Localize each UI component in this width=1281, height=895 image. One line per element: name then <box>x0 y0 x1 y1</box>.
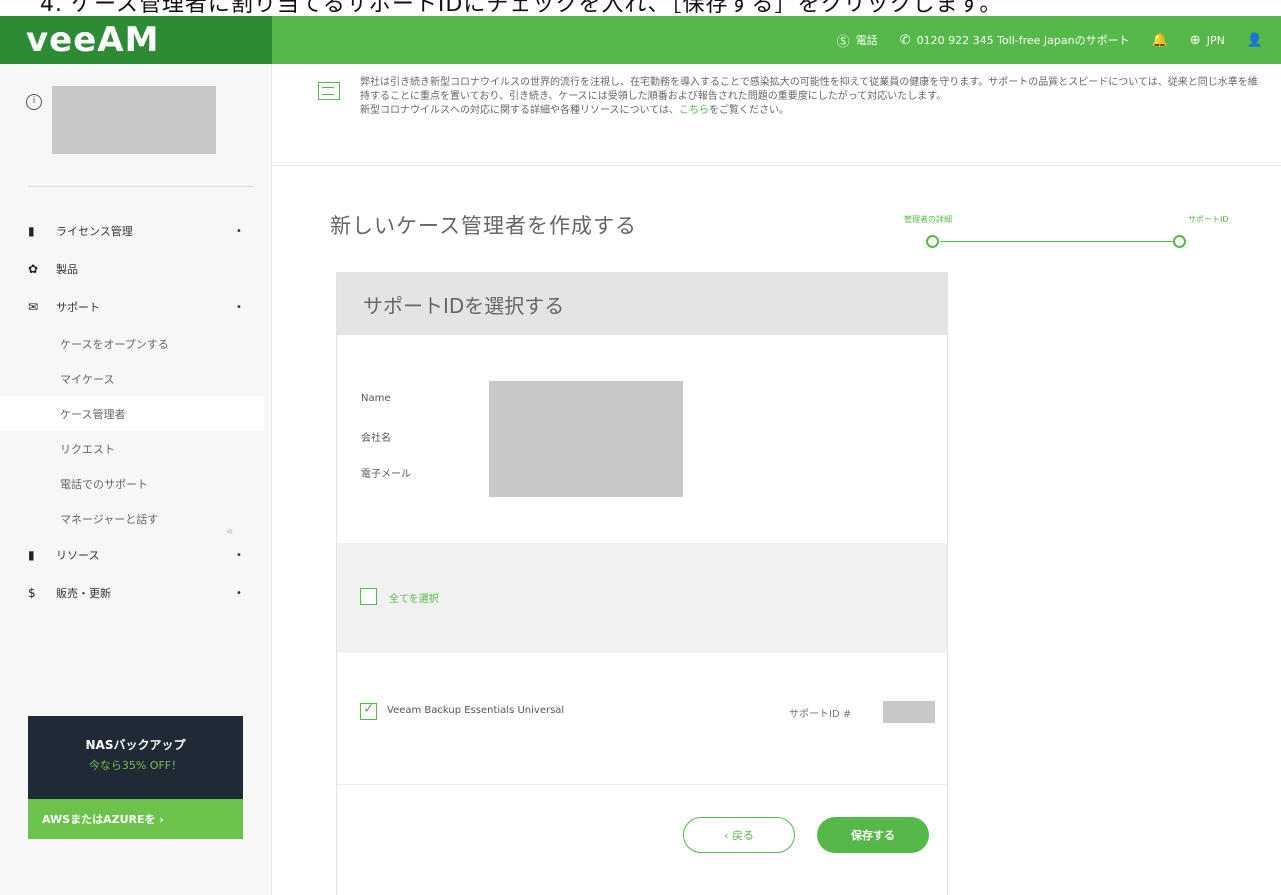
topbar-item-user[interactable]: 👤 <box>1247 33 1263 48</box>
support-id-panel: サポートIDを選択する Name 会社名 電子メール 全てを選択 Veeam B… <box>336 272 948 895</box>
field-label-company: 会社名 <box>361 433 391 444</box>
support-icon: ✉ <box>28 300 39 314</box>
license-name: Veeam Backup Essentials Universal <box>387 705 565 716</box>
promo-content: NASバックアップ 今なら35% OFF！ <box>28 716 243 799</box>
top-bar: Ⓢ 電話 ✆ 0120 922 345 Toll-free Japanのサポート 🔔 ⊕ J… <box>272 16 1281 64</box>
page-title: 新しいケース管理者を作成する <box>330 214 637 238</box>
step-label-support-id: サポートID <box>1188 215 1229 224</box>
select-all-label[interactable]: 全てを選択 <box>389 590 439 605</box>
topbar-label: 電話 <box>855 34 878 47</box>
save-button[interactable]: 保存する <box>817 817 929 853</box>
expand-dot-icon: • <box>236 587 242 599</box>
topbar-label: 0120 922 345 Toll-free Japanのサポート <box>916 34 1130 47</box>
topbar-item-chat[interactable]: Ⓢ 電話 <box>837 31 878 50</box>
topbar-item-bell[interactable]: 🔔 <box>1152 33 1168 48</box>
promo-button[interactable]: AWSまたはAZUREを › <box>28 799 243 839</box>
notice-line2-pre: 新型コロナウイルスへの対応に関する詳細や各種リソースについては、 <box>360 105 679 116</box>
sidebar-subitem[interactable]: 電話でのサポート <box>0 466 272 501</box>
expand-dot-icon: • <box>236 549 242 561</box>
sidebar-item-label: サポート <box>56 301 100 314</box>
expand-dot-icon: • <box>236 225 242 237</box>
sidebar-item-products[interactable]: ✿ 製品 <box>0 250 272 288</box>
field-label-name: Name <box>361 393 391 404</box>
sidebar-item-licenses[interactable]: ▮ ライセンス管理 • <box>0 212 272 250</box>
notice-icon <box>318 82 340 100</box>
select-all-row: 全てを選択 <box>337 543 947 653</box>
user-circle-icon: i <box>26 94 42 110</box>
sidebar-divider <box>28 186 254 187</box>
globe-icon: ⊕ <box>1189 32 1201 48</box>
chat-icon: Ⓢ <box>836 34 850 50</box>
back-button[interactable]: ‹ 戻る <box>683 817 795 853</box>
step-dot-support-id <box>1173 235 1186 248</box>
sidebar-item-label: リソース <box>56 549 100 562</box>
promo-title: NASバックアップ <box>85 738 186 752</box>
collapse-sidebar-icon[interactable]: « <box>226 524 233 538</box>
topbar-item-globe[interactable]: ⊕ JPN <box>1190 33 1225 48</box>
license-checkbox[interactable] <box>360 701 377 720</box>
step-dot-details <box>926 235 939 248</box>
topbar-item-phone[interactable]: ✆ 0120 922 345 Toll-free Japanのサポート <box>900 32 1130 48</box>
products-icon: ✿ <box>28 262 39 276</box>
panel-heading: サポートIDを選択する <box>337 273 947 335</box>
top-bar-items: Ⓢ 電話 ✆ 0120 922 345 Toll-free Japanのサポート 🔔 ⊕ J… <box>837 16 1263 64</box>
topbar-label: JPN <box>1206 33 1225 47</box>
redacted-user-info <box>52 86 216 154</box>
sidebar-item-support[interactable]: ✉ サポート • <box>0 288 272 326</box>
step-connector <box>940 241 1176 242</box>
manager-fields: Name 会社名 電子メール <box>337 335 947 543</box>
user-icon: 👤 <box>1246 32 1263 48</box>
phone-icon: ✆ <box>899 32 911 48</box>
field-label-email: 電子メール <box>361 469 411 480</box>
dollar-icon: $ <box>28 586 36 600</box>
support-id-label: サポートID # <box>789 709 852 720</box>
document-icon: ▮ <box>28 224 35 238</box>
caption-text: 4. ケース管理者に割り当てるサポートIDにチェックを入れ、［保存する］をクリッ… <box>40 0 1003 16</box>
notice-body: 弊社は引き続き新型コロナウイルスの世界的流行を注視し、在宅勤務を導入することで感… <box>360 77 1258 102</box>
sidebar-item-label: 販売・更新 <box>56 587 111 600</box>
sidebar-subitem[interactable]: マイケース <box>0 361 272 396</box>
sidebar-item-label: 製品 <box>56 263 78 276</box>
license-row: Veeam Backup Essentials Universal サポートID… <box>337 653 947 785</box>
notice-banner: 弊社は引き続き新型コロナウイルスの世界的流行を注視し、在宅勤務を導入することで感… <box>272 64 1281 166</box>
sidebar-item-resources[interactable]: ▮ リソース • <box>0 536 272 574</box>
notice-text: 弊社は引き続き新型コロナウイルスの世界的流行を注視し、在宅勤務を導入することで感… <box>360 76 1265 118</box>
expand-dot-icon: • <box>236 301 242 313</box>
promo-discount: 今なら35% OFF！ <box>88 759 183 772</box>
stepper: 管理者の詳細 サポートID <box>880 214 1240 254</box>
promo-banner[interactable]: NASバックアップ 今なら35% OFF！ AWSまたはAZUREを › <box>28 716 243 839</box>
sidebar-nav: ▮ ライセンス管理 • ✿ 製品 ✉ サポート • ケースをオープンする マイケース ケース管理者リ… <box>0 212 272 612</box>
bell-icon: 🔔 <box>1151 32 1168 48</box>
redacted-field-values <box>489 381 683 497</box>
sidebar-subitem[interactable]: リクエスト <box>0 431 272 466</box>
redacted-support-id <box>883 701 935 723</box>
sidebar: i ▮ ライセンス管理 • ✿ 製品 ✉ サポート • ケースをオープンする マイケース ケース管理… <box>0 64 272 895</box>
user-area: i <box>0 64 272 184</box>
sidebar-item-sales[interactable]: $ 販売・更新 • <box>0 574 272 612</box>
notice-line2-post: をご覧ください。 <box>709 105 789 116</box>
sidebar-subitem[interactable]: ケース管理者 <box>0 396 264 431</box>
select-all-checkbox[interactable] <box>360 588 377 605</box>
instruction-caption: 4. ケース管理者に割り当てるサポートIDにチェックを入れ、［保存する］をクリッ… <box>0 0 1281 16</box>
logo-bar: veeAM <box>0 16 272 64</box>
sidebar-item-label: ライセンス管理 <box>56 225 133 238</box>
sidebar-subitem[interactable]: ケースをオープンする <box>0 326 272 361</box>
veeam-logo[interactable]: veeAM <box>26 20 159 60</box>
resources-icon: ▮ <box>28 548 35 562</box>
step-label-details: 管理者の詳細 <box>904 215 952 224</box>
notice-link[interactable]: こちら <box>679 105 709 116</box>
